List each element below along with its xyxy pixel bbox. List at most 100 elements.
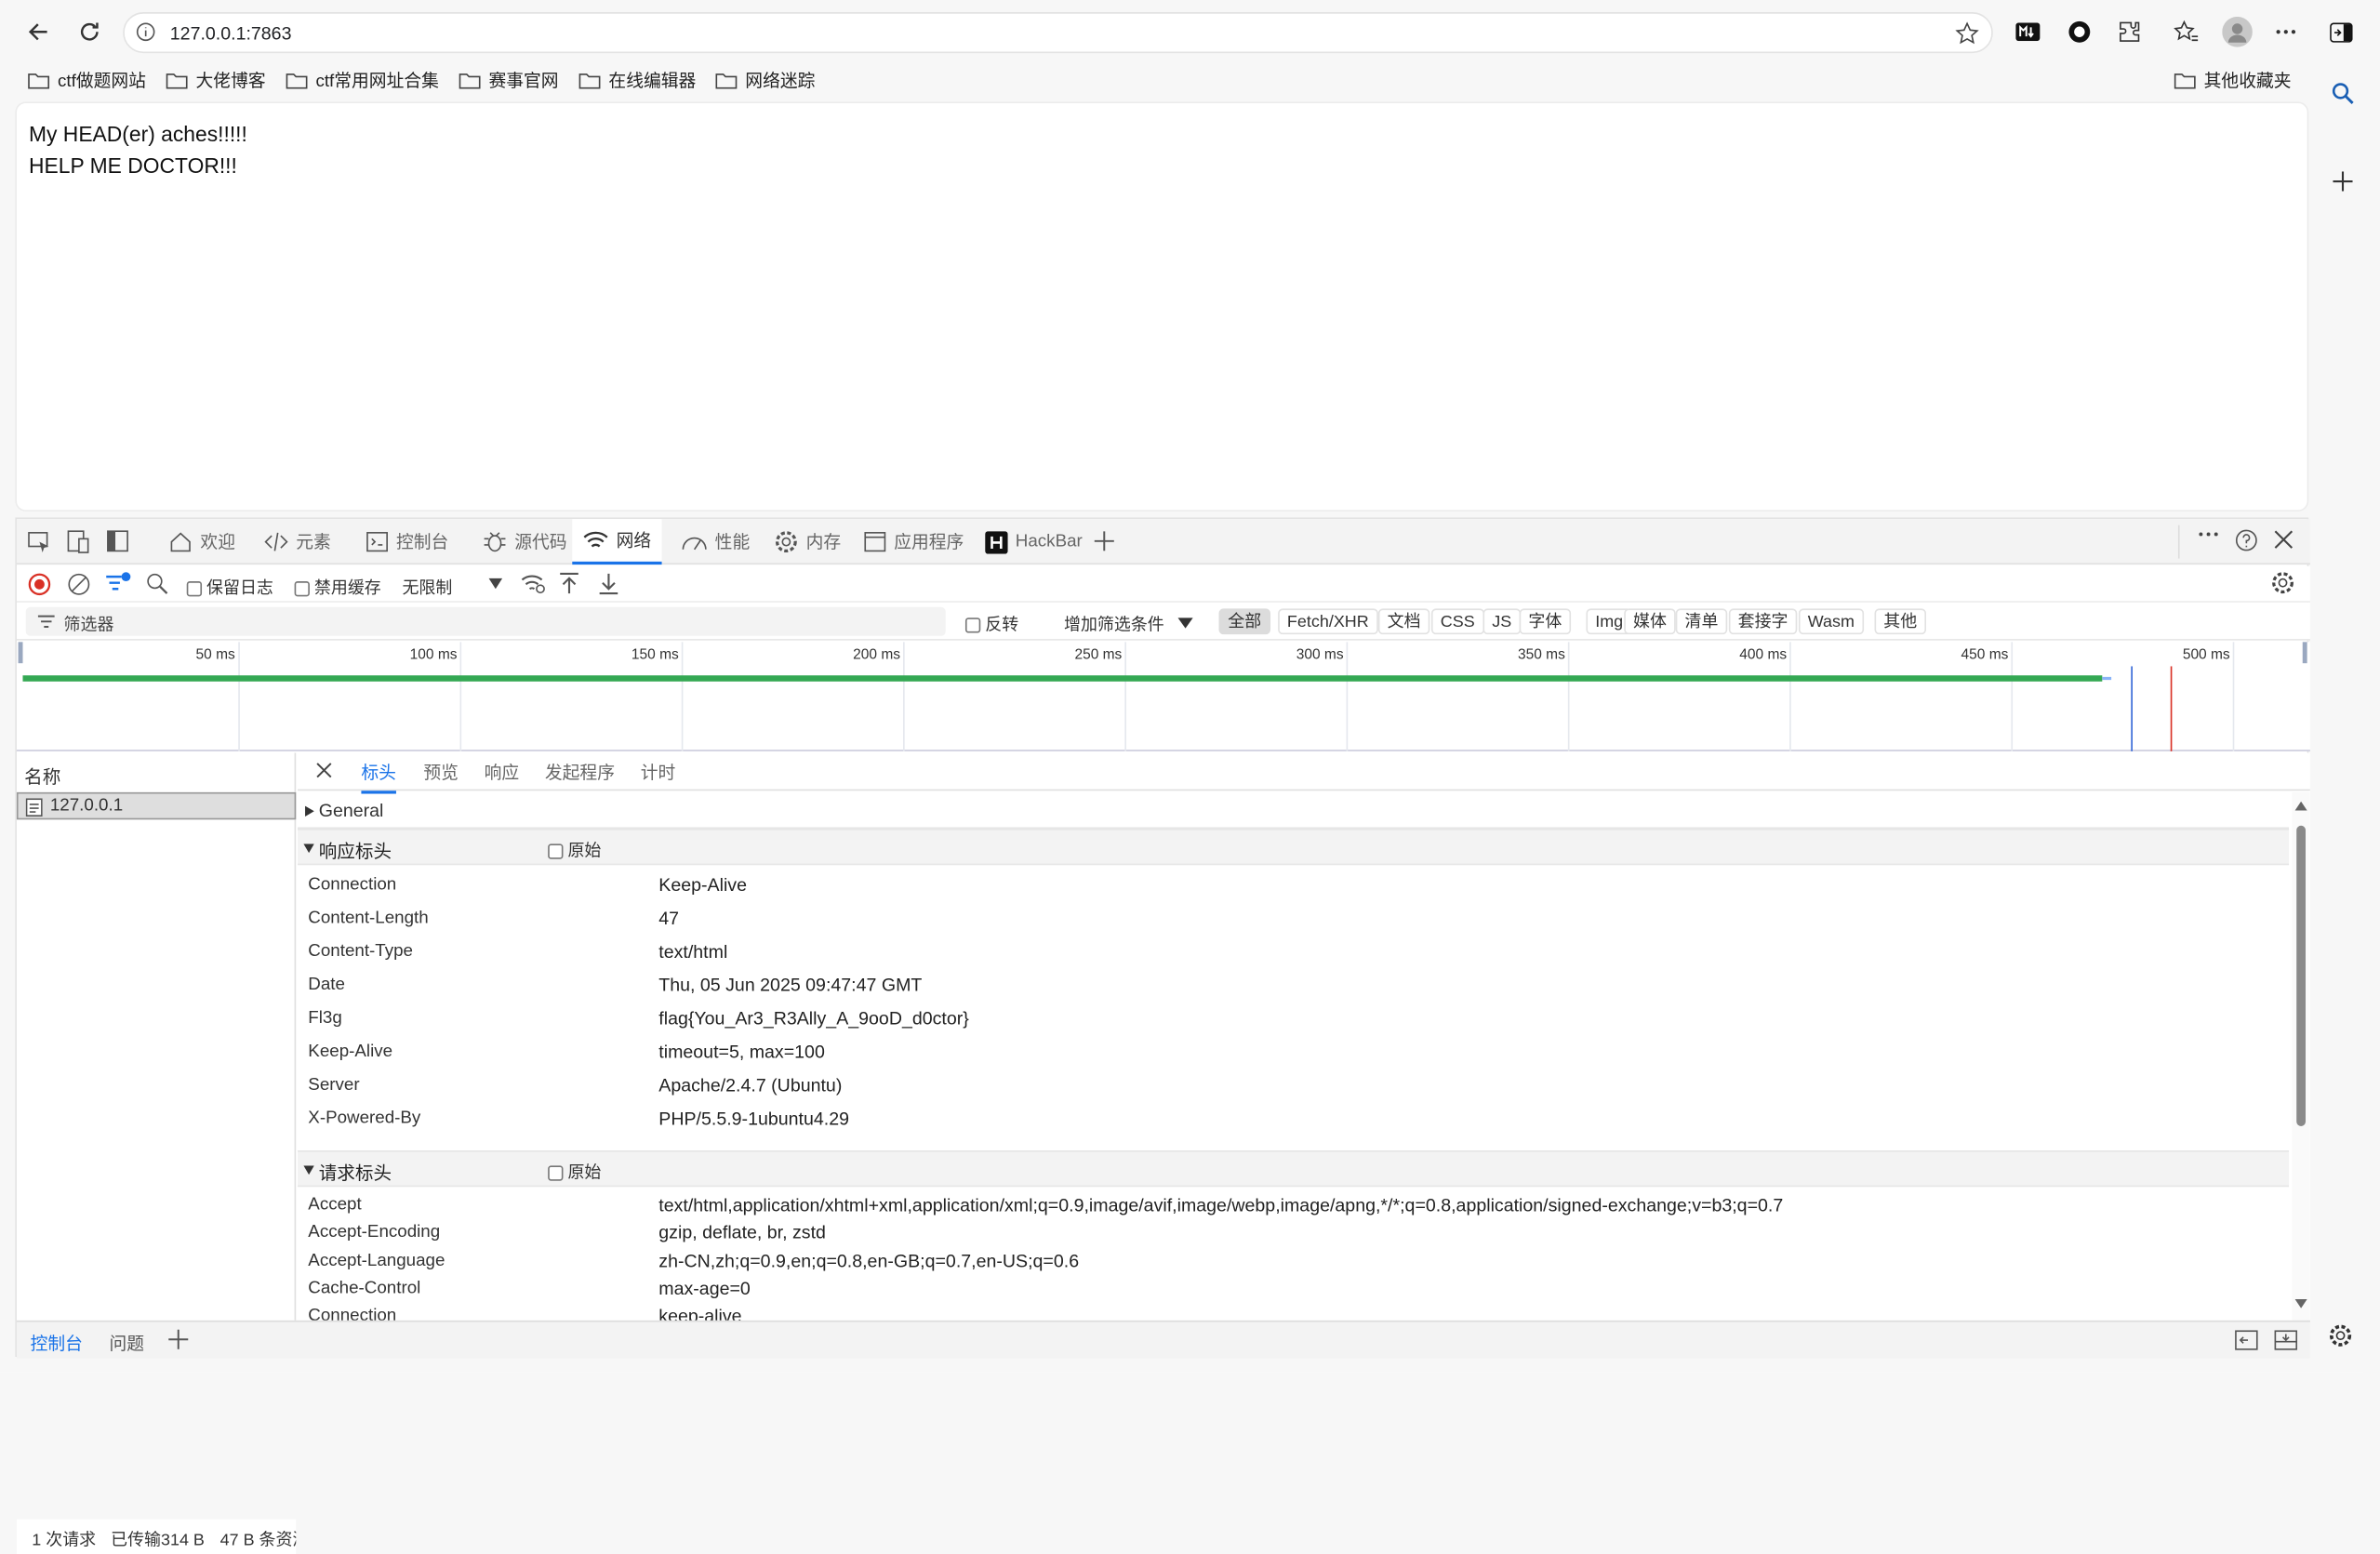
back-icon[interactable] — [22, 15, 53, 48]
tab-sources[interactable]: 源代码 — [471, 519, 579, 564]
header-row: Date Thu, 05 Jun 2025 09:47:47 GMT — [308, 974, 923, 996]
sidebar-toggle-icon[interactable] — [2327, 19, 2354, 46]
record-extension-icon[interactable] — [2066, 19, 2093, 46]
tab-elements[interactable]: 元素 — [252, 519, 343, 564]
other-bookmarks-folder[interactable]: 其他收藏夹 — [2174, 64, 2292, 98]
preserve-log-checkbox[interactable]: 保留日志 — [186, 576, 273, 600]
close-details-icon[interactable] — [315, 762, 332, 778]
network-settings-gear-icon[interactable] — [2270, 571, 2294, 595]
name-column-header[interactable]: 名称 — [24, 764, 60, 790]
add-tab-icon[interactable] — [1094, 531, 1114, 551]
dock-side-icon[interactable] — [106, 530, 128, 552]
settings-gear-icon[interactable] — [2327, 1322, 2354, 1348]
filter-type-other[interactable]: 其他 — [1874, 608, 1927, 635]
checkbox[interactable] — [186, 581, 203, 597]
raw-checkbox[interactable]: 原始 — [548, 838, 601, 862]
record-icon[interactable] — [27, 572, 51, 596]
bookmark-folder[interactable]: 赛事官网 — [459, 64, 559, 98]
url-text[interactable]: 127.0.0.1:7863 — [170, 22, 292, 44]
drawer-tab-issues[interactable]: 问题 — [110, 1331, 145, 1355]
dock-drawer-icon[interactable] — [2274, 1330, 2298, 1351]
network-conditions-icon[interactable] — [521, 572, 547, 594]
favorite-star-icon[interactable] — [1955, 21, 1979, 46]
inspect-element-icon[interactable] — [27, 530, 51, 554]
bookmark-folder[interactable]: ctf常用网址合集 — [286, 64, 439, 98]
tab-welcome[interactable]: 欢迎 — [156, 519, 247, 564]
import-har-icon[interactable] — [559, 572, 580, 594]
detail-tab-headers[interactable]: 标头 — [361, 761, 396, 794]
info-icon[interactable] — [135, 21, 156, 43]
overview-right-handle[interactable] — [2302, 642, 2307, 664]
raw-checkbox[interactable]: 原始 — [548, 1160, 601, 1184]
scrollbar-thumb[interactable] — [2296, 825, 2307, 1126]
detail-tab-bar: 标头 预览 响应 发起程序 计时 — [297, 752, 2310, 794]
request-headers-section-header[interactable]: 请求标头 原始 — [297, 1150, 2290, 1188]
checkbox[interactable] — [548, 843, 564, 859]
filter-input[interactable]: 筛选器 — [25, 606, 946, 636]
filter-type-js[interactable]: JS — [1483, 608, 1522, 635]
undock-drawer-icon[interactable] — [2234, 1330, 2258, 1351]
filter-type-manifest[interactable]: 清单 — [1675, 608, 1728, 635]
detail-tab-preview[interactable]: 预览 — [423, 761, 459, 791]
filter-type-all[interactable]: 全部 — [1218, 608, 1270, 635]
tab-performance[interactable]: 性能 — [670, 519, 763, 564]
bookmark-folder[interactable]: ctf做题网站 — [27, 64, 146, 98]
filter-type-font[interactable]: 字体 — [1519, 608, 1572, 635]
tab-application[interactable]: 应用程序 — [852, 519, 977, 564]
performance-icon — [682, 537, 707, 551]
search-icon[interactable] — [2328, 79, 2355, 106]
add-icon[interactable] — [2328, 167, 2355, 194]
tab-console[interactable]: 控制台 — [353, 519, 460, 564]
grid-line — [681, 642, 684, 751]
filter-type-css[interactable]: CSS — [1430, 608, 1484, 635]
add-drawer-tab-icon[interactable] — [168, 1329, 189, 1349]
checkbox[interactable] — [294, 581, 310, 597]
markdown-extension-icon[interactable] — [2014, 19, 2041, 46]
reload-icon[interactable] — [74, 15, 105, 48]
throttle-select[interactable]: 无限制 — [402, 576, 508, 600]
tab-hackbar[interactable]: HackBar — [973, 519, 1095, 564]
clear-icon[interactable] — [67, 572, 91, 596]
bookmark-folder[interactable]: 网络迷踪 — [715, 64, 815, 98]
more-filters-dropdown[interactable]: 增加筛选条件 — [1064, 612, 1201, 636]
close-devtools-icon[interactable] — [2274, 530, 2294, 550]
hackbar-icon — [985, 530, 1008, 553]
response-headers-section-header[interactable]: 响应标头 原始 — [297, 829, 2290, 866]
filter-type-socket[interactable]: 套接字 — [1728, 608, 1798, 635]
request-row[interactable]: 127.0.0.1 — [16, 791, 297, 820]
bookmark-label: ctf做题网站 — [58, 73, 146, 91]
detail-tab-response[interactable]: 响应 — [485, 761, 520, 791]
disable-cache-checkbox[interactable]: 禁用缓存 — [294, 576, 381, 600]
device-emulation-icon[interactable] — [67, 530, 91, 554]
bookmark-folder[interactable]: 在线编辑器 — [578, 64, 696, 98]
export-har-icon[interactable] — [598, 572, 619, 595]
checkbox[interactable] — [964, 618, 981, 633]
network-overview-timeline[interactable]: 50 ms 100 ms 150 ms 200 ms 250 ms 300 ms… — [16, 642, 2310, 751]
tab-memory[interactable]: 内存 — [762, 519, 853, 564]
filter-toggle-icon[interactable] — [105, 571, 132, 595]
overview-left-handle[interactable] — [18, 642, 23, 664]
header-row: Content-Type text/html — [308, 940, 728, 963]
filter-type-doc[interactable]: 文档 — [1377, 608, 1430, 635]
detail-tab-initiator[interactable]: 发起程序 — [545, 761, 615, 791]
bookmark-folder[interactable]: 大佬博客 — [166, 64, 266, 98]
more-options-icon[interactable] — [2198, 531, 2219, 538]
detail-tab-timing[interactable]: 计时 — [641, 761, 676, 791]
filter-type-media[interactable]: 媒体 — [1624, 608, 1676, 635]
drawer-tab-console[interactable]: 控制台 — [31, 1331, 83, 1355]
more-menu-icon[interactable] — [2272, 19, 2299, 46]
tab-network[interactable]: 网络 — [572, 519, 662, 565]
extensions-icon[interactable] — [2116, 19, 2143, 46]
help-icon[interactable] — [2234, 528, 2258, 552]
profile-avatar-icon[interactable] — [2221, 15, 2254, 48]
checkbox[interactable] — [548, 1165, 564, 1181]
favorites-icon[interactable] — [2172, 19, 2199, 46]
filter-type-wasm[interactable]: Wasm — [1798, 608, 1864, 635]
details-scrollbar[interactable] — [2292, 791, 2310, 1321]
triangle-down-icon — [303, 843, 314, 854]
general-section-header[interactable]: General — [297, 792, 2290, 830]
search-icon[interactable] — [146, 572, 168, 594]
invert-checkbox[interactable]: 反转 — [964, 612, 1018, 636]
address-bar[interactable]: 127.0.0.1:7863 — [123, 12, 1993, 54]
filter-type-fetch-xhr[interactable]: Fetch/XHR — [1278, 608, 1378, 635]
